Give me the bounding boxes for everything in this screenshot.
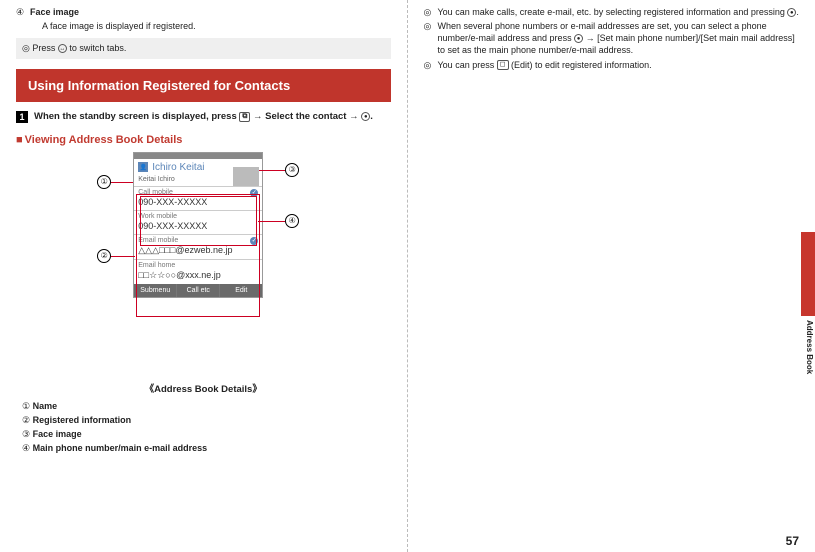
item4-title: Face image	[30, 6, 79, 18]
legend-3-n: ③	[22, 429, 30, 439]
s3-value: △△△□□□@ezweb.ne.jp	[138, 244, 258, 256]
callout-3: ③	[285, 163, 299, 177]
note-r2-sym: ◎	[424, 20, 438, 32]
legend-1: ① Name	[22, 401, 391, 412]
check-icon: ✓	[250, 237, 258, 245]
note-text-a: Press	[32, 43, 58, 53]
item4-num: ④	[16, 6, 30, 18]
avatar-icon: 👤	[138, 162, 148, 172]
note-r3: ◎ You can press ◻ (Edit) to edit registe…	[424, 59, 800, 71]
step-text: When the standby screen is displayed, pr…	[34, 110, 373, 123]
note-r3-a: You can press	[438, 60, 497, 70]
s4-label: Email home	[138, 262, 258, 269]
step-text-c: .	[370, 111, 373, 122]
section-work-mobile: Work mobile 090-XXX-XXXXX	[134, 210, 262, 234]
note-r1: ◎ You can make calls, create e-mail, etc…	[424, 6, 800, 18]
step-text-b: Select the contact →	[265, 111, 361, 122]
subhead-square-icon: ■	[16, 134, 23, 146]
callout-line-2	[111, 256, 135, 257]
key-addressbook-icon: ⧉	[239, 112, 250, 122]
legend-2-t: Registered information	[33, 415, 132, 425]
callout-2: ②	[97, 249, 111, 263]
note-r2-body: When several phone numbers or e-mail add…	[438, 20, 800, 56]
key-center-icon: ●	[787, 8, 796, 17]
note-r2-arrow: →	[583, 33, 597, 43]
softkey-submenu: Submenu	[134, 284, 176, 297]
key-center-icon: ●	[361, 112, 370, 121]
phone-screen: 👤 Ichiro Keitai Keitai Ichiro Call mobil…	[133, 152, 263, 298]
note-switch-tabs: ◎ Press ↔ to switch tabs.	[16, 38, 391, 59]
legend-2-n: ②	[22, 415, 30, 425]
note-r1-a: You can make calls, create e-mail, etc. …	[438, 7, 788, 17]
s3-label: Email mobile	[138, 237, 258, 244]
callout-4: ④	[285, 214, 299, 228]
callout-line-4	[258, 221, 285, 222]
subhead-viewing: ■Viewing Address Book Details	[16, 134, 391, 146]
note-text-b: to switch tabs.	[67, 43, 127, 53]
note-r3-sym: ◎	[424, 59, 438, 71]
left-column: ④ Face image A face image is displayed i…	[0, 0, 408, 552]
legend-3: ③ Face image	[22, 429, 391, 440]
legend-1-t: Name	[33, 401, 58, 411]
callout-1: ①	[97, 175, 111, 189]
legend-3-t: Face image	[33, 429, 82, 439]
legend-4-n: ④	[22, 443, 30, 453]
section-email-home: Email home □□☆☆○○@xxx.ne.jp	[134, 259, 262, 284]
right-column: ◎ You can make calls, create e-mail, etc…	[408, 0, 815, 552]
softkey-bar: Submenu Call etc Edit	[134, 284, 262, 297]
legend-4: ④ Main phone number/main e-mail address	[22, 443, 391, 454]
section-call-mobile: Call mobile 090-XXX-XXXXX ✓	[134, 186, 262, 210]
note-r1-body: You can make calls, create e-mail, etc. …	[438, 6, 799, 18]
side-tab	[801, 232, 815, 316]
step-text-a: When the standby screen is displayed, pr…	[34, 111, 239, 122]
note-r1-sym: ◎	[424, 6, 438, 18]
subhead-text: Viewing Address Book Details	[25, 134, 183, 146]
side-section-label: Address Book	[805, 320, 814, 374]
s4-value: □□☆☆○○@xxx.ne.jp	[138, 269, 258, 281]
legend-2: ② Registered information	[22, 415, 391, 426]
phone-illustration: 👤 Ichiro Keitai Keitai Ichiro Call mobil…	[53, 152, 353, 377]
legend-4-t: Main phone number/main e-mail address	[33, 443, 208, 453]
page-number: 57	[786, 534, 799, 548]
softkey-call: Call etc	[176, 284, 219, 297]
face-image-thumb	[233, 167, 259, 187]
note-r3-body: You can press ◻ (Edit) to edit registere…	[438, 59, 652, 71]
legend-1-n: ①	[22, 401, 30, 411]
note-r2: ◎ When several phone numbers or e-mail a…	[424, 20, 800, 56]
softkey-edit: Edit	[219, 284, 262, 297]
s1-label: Call mobile	[138, 189, 258, 196]
callout-line-1	[111, 182, 133, 183]
note-r1-b: .	[796, 7, 799, 17]
item4-desc: A face image is displayed if registered.	[42, 20, 391, 32]
check-icon: ✓	[250, 189, 258, 197]
step-num-icon: 1	[16, 111, 28, 123]
note-sym: ◎	[22, 43, 30, 53]
key-lr-icon: ↔	[58, 44, 67, 53]
figure-caption: 《Address Book Details》	[16, 381, 391, 395]
note-r3-b: (Edit) to edit registered information.	[509, 60, 652, 70]
s2-label: Work mobile	[138, 213, 258, 220]
item-face-image: ④ Face image	[16, 6, 391, 18]
callout-line-3	[259, 170, 285, 171]
key-center-icon: ●	[574, 34, 583, 43]
step-arrow: →	[250, 111, 265, 122]
section-email-mobile: Email mobile △△△□□□@ezweb.ne.jp ✓	[134, 234, 262, 259]
step-1: 1 When the standby screen is displayed, …	[16, 110, 391, 123]
contact-name: Ichiro Keitai	[152, 162, 204, 173]
section-banner: Using Information Registered for Contact…	[16, 69, 391, 103]
s2-value: 090-XXX-XXXXX	[138, 220, 258, 231]
s1-value: 090-XXX-XXXXX	[138, 196, 258, 207]
key-app-icon: ◻	[497, 60, 509, 70]
